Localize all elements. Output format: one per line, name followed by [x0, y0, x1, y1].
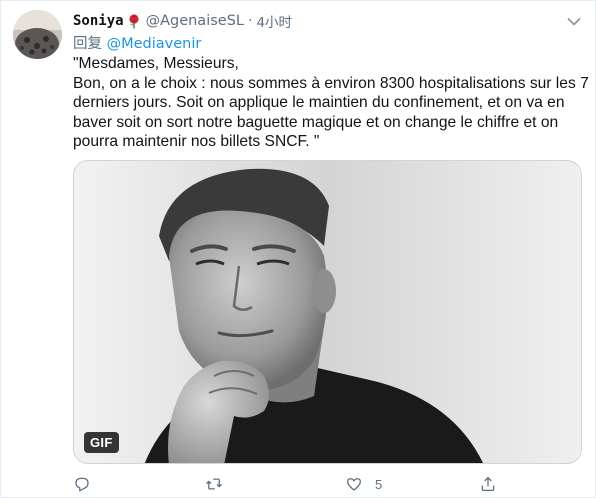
gif-badge: GIF	[84, 432, 119, 453]
tweet-card[interactable]: Soniya @AgenaiseSL · 4小时 回复 @Mediavenir …	[0, 0, 596, 498]
tweet-text-line: Bon, on a le choix : nous sommes à envir…	[73, 74, 589, 92]
gif-frame	[74, 161, 581, 463]
reply-button[interactable]	[73, 475, 103, 493]
reply-mention-link[interactable]: @Mediavenir	[107, 36, 202, 52]
replying-prefix: 回复	[73, 36, 102, 52]
author-display-name[interactable]: Soniya	[73, 13, 124, 29]
tweet-text-line: pourra maintenir nos billets SNCF. "	[73, 133, 320, 151]
tweet-text: "Mesdames, Messieurs, Bon, on a le choix…	[73, 54, 589, 152]
tweet-text-line: baver soit on sort notre baguette magiqu…	[73, 113, 559, 131]
tweet-text-line: derniers jours. Soit on applique le main…	[73, 94, 565, 112]
tweet-header: Soniya @AgenaiseSL · 4小时	[73, 11, 555, 31]
retweet-button[interactable]	[205, 475, 235, 493]
tweet-timestamp[interactable]: 4小时	[256, 11, 292, 31]
like-button[interactable]: 5	[345, 475, 382, 493]
tweet-actions: 5	[73, 475, 553, 495]
separator-dot: ·	[247, 13, 253, 29]
reply-icon	[75, 477, 89, 492]
gif-media[interactable]: GIF	[73, 160, 582, 464]
chevron-down-icon[interactable]	[567, 12, 581, 26]
share-button[interactable]	[479, 475, 509, 493]
share-icon	[481, 476, 495, 492]
avatar[interactable]	[13, 10, 62, 59]
rose-icon	[126, 13, 142, 29]
tweet-text-line: "Mesdames, Messieurs,	[73, 55, 239, 72]
author-handle[interactable]: @AgenaiseSL	[146, 13, 244, 29]
replying-to: 回复 @Mediavenir	[73, 32, 201, 53]
heart-icon	[346, 478, 362, 491]
like-count: 5	[375, 476, 383, 492]
retweet-icon	[206, 478, 222, 490]
